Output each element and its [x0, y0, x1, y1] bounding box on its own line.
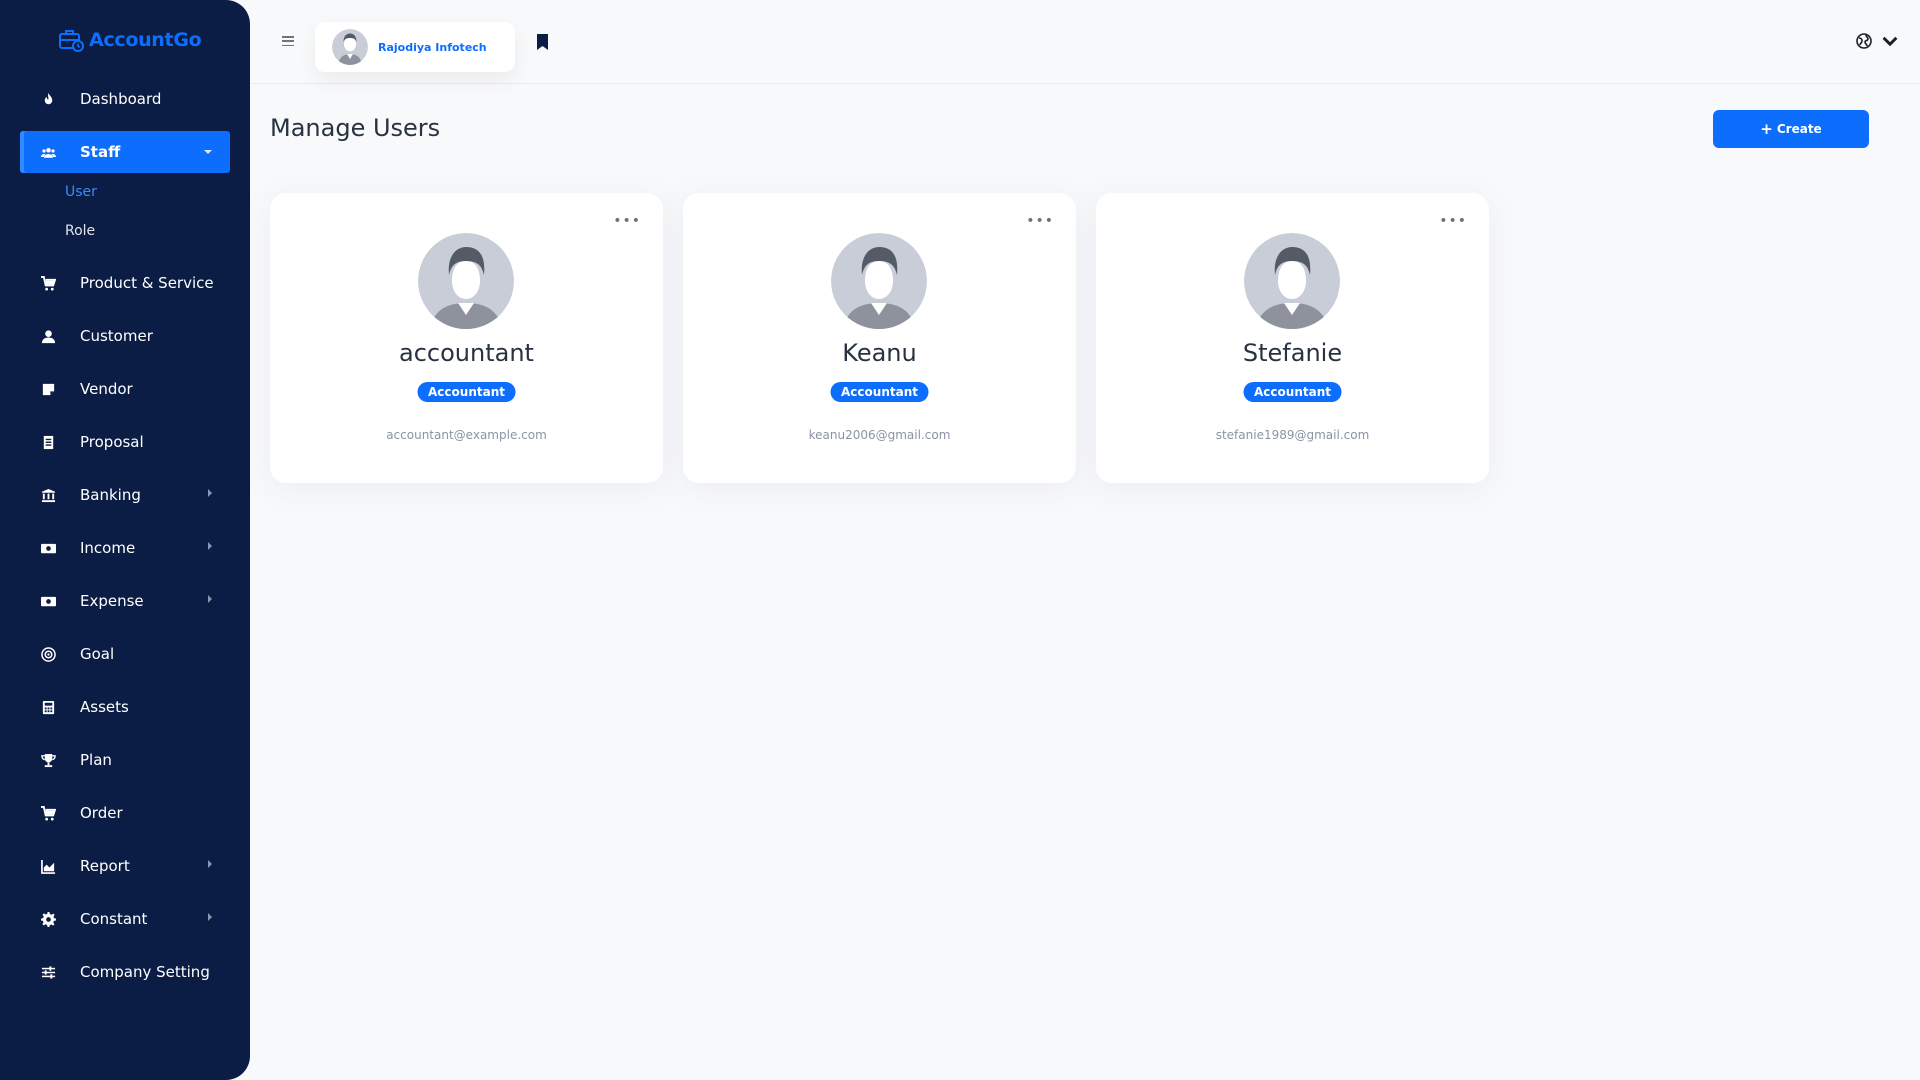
- sidebar-item-expense[interactable]: Expense: [20, 580, 230, 622]
- user-name: accountant: [399, 339, 534, 367]
- sidebar-item-label: Expense: [80, 592, 144, 610]
- sidebar-item-constant[interactable]: Constant: [20, 898, 230, 940]
- sidebar-item-company-setting[interactable]: Company Setting: [20, 951, 230, 993]
- sidebar-item-label: Banking: [80, 486, 141, 504]
- sidebar-item-banking[interactable]: Banking: [20, 474, 230, 516]
- sidebar-item-label: Plan: [80, 751, 112, 769]
- sidebar-item-label: Income: [80, 539, 136, 557]
- gear-icon: [38, 909, 58, 929]
- sidebar-item-customer[interactable]: Customer: [20, 315, 230, 357]
- chevron-right-icon: [208, 595, 212, 603]
- sidebar-item-label: Staff: [80, 143, 121, 161]
- sidebar-item-label: Goal: [80, 645, 115, 663]
- sidebar-item-report[interactable]: Report: [20, 845, 230, 887]
- sidebar-item-label: Constant: [80, 910, 148, 928]
- sidebar-item-plan[interactable]: Plan: [20, 739, 230, 781]
- more-options-icon[interactable]: •••: [613, 213, 641, 229]
- brand-name: AccountGo: [89, 29, 202, 51]
- sidebar-item-label: Product & Service: [80, 274, 214, 292]
- sidebar-item-dashboard[interactable]: Dashboard: [20, 78, 230, 120]
- globe-icon: [1856, 33, 1872, 49]
- language-selector[interactable]: [1856, 33, 1898, 49]
- user-card: ••• Keanu Accountant keanu2006@gmail.com: [683, 193, 1076, 483]
- role-badge: Accountant: [1243, 382, 1342, 402]
- sidebar-subitem-user[interactable]: User: [65, 184, 97, 200]
- sidebar-item-label: Order: [80, 804, 123, 822]
- sidebar-item-label: Company Setting: [80, 963, 210, 981]
- sidebar-item-goal[interactable]: Goal: [20, 633, 230, 675]
- more-options-icon[interactable]: •••: [1026, 213, 1054, 229]
- sidebar-item-label: Vendor: [80, 380, 133, 398]
- user-email: accountant@example.com: [386, 428, 547, 442]
- user-name: Keanu: [842, 339, 917, 367]
- avatar: [831, 233, 927, 329]
- users-icon: [38, 142, 58, 162]
- create-user-button[interactable]: + Create: [1713, 110, 1869, 148]
- sidebar-item-income[interactable]: Income: [20, 527, 230, 569]
- top-bar: Rajodiya Infotech: [250, 0, 1920, 84]
- note-icon: [38, 379, 58, 399]
- sidebar-item-label: Report: [80, 857, 130, 875]
- customer-icon: [38, 326, 58, 346]
- cart-icon: [38, 803, 58, 823]
- user-card: ••• Stefanie Accountant stefanie1989@gma…: [1096, 193, 1489, 483]
- sidebar-item-label: Proposal: [80, 433, 144, 451]
- company-avatar: [332, 29, 368, 65]
- user-name: Stefanie: [1242, 339, 1343, 367]
- chevron-right-icon: [208, 860, 212, 868]
- chevron-right-icon: [208, 489, 212, 497]
- bank-icon: [38, 485, 58, 505]
- role-badge: Accountant: [830, 382, 929, 402]
- cart-icon: [38, 273, 58, 293]
- sidebar-subitem-role[interactable]: Role: [65, 223, 95, 239]
- sidebar-item-order[interactable]: Order: [20, 792, 230, 834]
- sidebar-item-vendor[interactable]: Vendor: [20, 368, 230, 410]
- brand-logo[interactable]: AccountGo: [58, 27, 202, 53]
- plus-icon: +: [1760, 119, 1773, 138]
- sliders-icon: [38, 962, 58, 982]
- money-icon: [38, 591, 58, 611]
- money-icon: [38, 538, 58, 558]
- avatar: [1244, 233, 1340, 329]
- bookmark-icon[interactable]: [537, 34, 548, 50]
- sidebar-item-product-service[interactable]: Product & Service: [20, 262, 230, 304]
- sidebar: AccountGo Dashboard Staff User Role Prod…: [0, 0, 250, 1080]
- company-switcher[interactable]: Rajodiya Infotech: [315, 22, 515, 72]
- trophy-icon: [38, 750, 58, 770]
- sidebar-item-label: Customer: [80, 327, 153, 345]
- chevron-right-icon: [208, 913, 212, 921]
- sidebar-item-label: Dashboard: [80, 90, 162, 108]
- calculator-icon: [38, 697, 58, 717]
- user-card: ••• accountant Accountant accountant@exa…: [270, 193, 663, 483]
- page-title: Manage Users: [270, 114, 441, 142]
- sidebar-item-proposal[interactable]: Proposal: [20, 421, 230, 463]
- sidebar-item-assets[interactable]: Assets: [20, 686, 230, 728]
- chevron-right-icon: [208, 542, 212, 550]
- document-icon: [38, 432, 58, 452]
- chevron-down-icon: [204, 150, 212, 154]
- fire-icon: [38, 89, 58, 109]
- hamburger-menu-icon[interactable]: [282, 36, 294, 46]
- sidebar-item-label: Assets: [80, 698, 129, 716]
- target-icon: [38, 644, 58, 664]
- chevron-down-icon: [1882, 36, 1898, 47]
- company-name: Rajodiya Infotech: [378, 40, 487, 54]
- more-options-icon[interactable]: •••: [1439, 213, 1467, 229]
- chart-icon: [38, 856, 58, 876]
- sidebar-item-staff[interactable]: Staff: [20, 131, 230, 173]
- role-badge: Accountant: [417, 382, 516, 402]
- briefcase-icon: [59, 30, 84, 52]
- avatar: [418, 233, 514, 329]
- create-button-label: Create: [1776, 122, 1822, 136]
- user-email: stefanie1989@gmail.com: [1215, 428, 1370, 442]
- user-email: keanu2006@gmail.com: [808, 428, 951, 442]
